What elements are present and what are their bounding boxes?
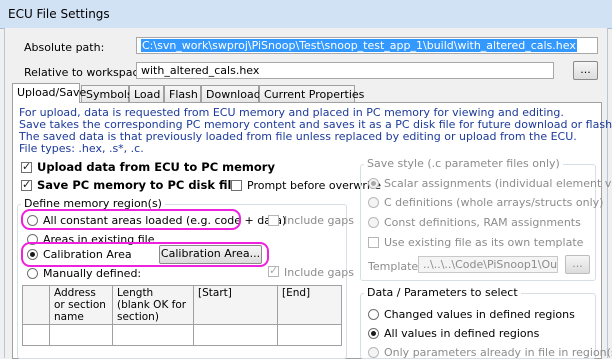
include-gaps-checkbox-2[interactable] <box>268 264 279 277</box>
relative-path-browse-button[interactable]: ... <box>573 61 598 80</box>
table-cell[interactable] <box>193 324 278 346</box>
absolute-path-label: Absolute path: <box>24 41 105 54</box>
upload-checkbox[interactable] <box>21 160 32 173</box>
column-header-length[interactable]: Length (blank OK for section) <box>112 285 194 325</box>
save-checkbox-label: Save PC memory to PC disk file <box>37 178 240 192</box>
save-style-const-label: Const definitions, RAM assignments <box>384 216 581 229</box>
template-field[interactable]: ..\..\..\Code\PiSnoop1\Output\ <box>418 256 558 273</box>
include-gaps-label-1: Include gaps <box>284 214 354 227</box>
save-style-scalar-label: Scalar assignments (individual element v… <box>384 177 612 190</box>
save-style-cdefs-label: C definitions (whole arrays/structs only… <box>384 196 604 209</box>
template-value: ..\..\..\Code\PiSnoop1\Output\ <box>423 258 558 271</box>
table-row[interactable] <box>22 324 342 346</box>
info-text: For upload, data is requested from ECU m… <box>19 107 612 155</box>
relative-path-field[interactable]: with_altered_cals.hex <box>136 62 554 79</box>
absolute-path-value: C:\svn_work\swproj\PiSnoop\Test\snoop_te… <box>141 39 577 52</box>
all-constant-highlight <box>21 209 241 230</box>
memory-regions-table[interactable]: Address or section name Length (blank OK… <box>22 285 342 346</box>
changed-values-label: Changed values in defined regions <box>384 308 575 321</box>
manual-radio[interactable] <box>27 268 38 279</box>
column-header-address[interactable]: Address or section name <box>49 285 113 325</box>
table-header-row: Address or section name Length (blank OK… <box>22 285 342 325</box>
tab-load[interactable]: Load <box>129 85 164 102</box>
column-header-end[interactable]: [End] <box>277 285 342 325</box>
save-style-scalar-radio[interactable] <box>368 178 379 189</box>
all-values-radio[interactable] <box>368 328 379 339</box>
tab-download[interactable]: Download <box>201 85 261 102</box>
table-cell[interactable] <box>22 324 50 346</box>
save-checkbox[interactable] <box>21 178 32 191</box>
table-cell[interactable] <box>112 324 194 346</box>
tab-symbols[interactable]: Symbols <box>81 85 133 102</box>
column-header-start[interactable]: [Start] <box>193 285 278 325</box>
info-line: File types: .hex, .s*, .c. <box>19 142 144 155</box>
only-params-radio[interactable] <box>368 347 379 358</box>
tab-flash[interactable]: Flash <box>164 85 201 102</box>
window-title: ECU File Settings <box>8 7 110 21</box>
all-values-label: All values in defined regions <box>384 327 540 340</box>
table-cell[interactable] <box>277 324 342 346</box>
include-gaps-label-2: Include gaps <box>284 266 354 279</box>
table-cell[interactable] <box>49 324 113 346</box>
row-header-cell <box>22 285 50 325</box>
prompt-overwrite-checkbox[interactable] <box>231 180 242 191</box>
relative-path-label: Relative to workspace: <box>24 66 149 79</box>
tab-current-properties[interactable]: Current Properties <box>259 85 364 102</box>
only-params-label: Only parameters already in file in regio… <box>384 346 612 359</box>
template-label: Template: <box>368 260 422 273</box>
save-style-const-radio[interactable] <box>368 217 379 228</box>
relative-path-value: with_altered_cals.hex <box>141 64 260 77</box>
upload-checkbox-label: Upload data from ECU to PC memory <box>37 160 275 174</box>
template-browse-button[interactable]: ... <box>565 255 590 274</box>
calibration-highlight <box>21 242 269 267</box>
use-existing-template-label: Use existing file as its own template <box>384 236 584 249</box>
ecu-file-settings-window: ECU File Settings Absolute path: C:\svn_… <box>0 0 612 359</box>
data-params-title: Data / Parameters to select <box>364 286 521 299</box>
manual-label: Manually defined: <box>43 267 142 280</box>
save-style-cdefs-radio[interactable] <box>368 197 379 208</box>
tab-upload-save[interactable]: Upload/Save <box>12 83 86 103</box>
absolute-path-field[interactable]: C:\svn_work\swproj\PiSnoop\Test\snoop_te… <box>136 37 598 54</box>
changed-values-radio[interactable] <box>368 309 379 320</box>
use-existing-template-checkbox[interactable] <box>368 237 379 248</box>
include-gaps-checkbox-1[interactable] <box>268 215 279 226</box>
title-bar: ECU File Settings <box>0 0 612 29</box>
save-style-title: Save style (.c parameter files only) <box>364 157 563 170</box>
